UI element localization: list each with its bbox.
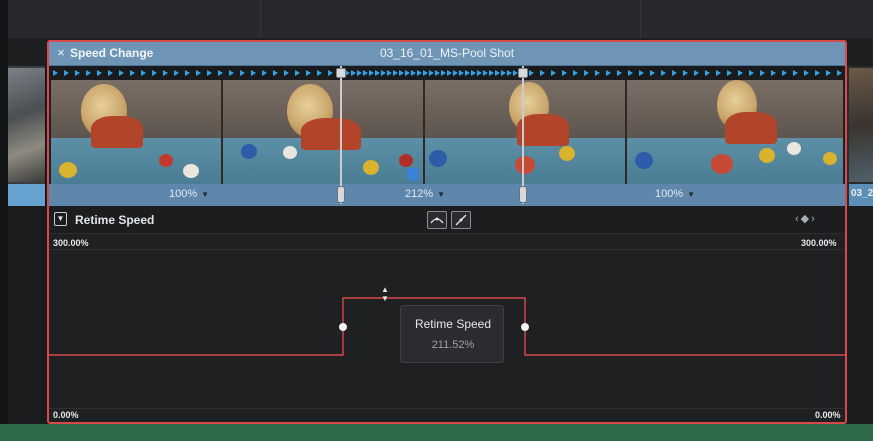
retime-speed-title: Retime Speed <box>75 213 155 227</box>
previous-clip[interactable] <box>8 66 46 206</box>
thumbnail-frame <box>223 80 423 184</box>
clip-name: 03_16_01_MS-Pool Shot <box>379 46 515 60</box>
thumbnail-frame <box>627 80 843 184</box>
retime-curve-toolbar: ▼ Retime Speed ‹◆› <box>49 206 845 234</box>
clip-header[interactable]: × Speed Change 03_16_01_MS-Pool Shot <box>49 42 845 66</box>
next-clip[interactable]: 03_2 <box>847 66 873 206</box>
chevron-down-icon: ▼ <box>201 190 210 199</box>
retime-speed-tooltip: Retime Speed 211.52% <box>400 305 504 363</box>
speed-change-clip[interactable]: × Speed Change 03_16_01_MS-Pool Shot 100… <box>47 40 847 424</box>
chevron-down-icon: ▼ <box>437 190 446 199</box>
previous-clip-thumbnail <box>8 68 45 182</box>
track-divider <box>640 0 641 38</box>
close-speed-change-icon[interactable]: × <box>54 46 68 60</box>
speed-change-title: Speed Change <box>70 46 154 60</box>
speed-point-line <box>340 66 342 204</box>
keyframe-navigation[interactable]: ‹◆› <box>795 212 839 226</box>
speed-keyframe-point[interactable] <box>339 323 347 331</box>
segment-speed-menu[interactable]: 212% ▼ <box>405 188 445 200</box>
thumbnail-frame <box>425 80 625 184</box>
playhead-marker[interactable] <box>407 168 419 181</box>
speed-point-bottom-handle[interactable] <box>337 186 345 203</box>
timeline-top-gutter <box>0 0 873 38</box>
chevron-down-icon: ▼ <box>687 190 696 199</box>
retime-speed-graph[interactable]: 300.00% 300.00% 0.00% 0.00% ▲ ▼ Retime S… <box>49 235 845 422</box>
chevron-down-icon: ▼ <box>381 294 389 303</box>
speed-point-bottom-handle[interactable] <box>519 186 527 203</box>
segment-speed-menu[interactable]: 100% ▼ <box>655 188 695 200</box>
timeline-left-edge <box>0 0 8 441</box>
speed-arrows-icon <box>53 70 842 76</box>
next-clip-thumbnail <box>849 68 873 182</box>
previous-clip-bar <box>8 184 45 206</box>
segment-speed-menu[interactable]: 100% ▼ <box>169 188 209 200</box>
tooltip-value: 211.52% <box>431 339 475 351</box>
speed-point-top-handle[interactable] <box>518 68 528 78</box>
speed-keyframe-point[interactable] <box>521 323 529 331</box>
track-divider <box>260 0 261 38</box>
adjust-speed-handle[interactable]: ▲ ▼ <box>379 285 391 307</box>
retime-curve-dropdown[interactable]: ▼ <box>54 212 67 226</box>
speed-point-line <box>522 66 524 204</box>
clip-thumbnails <box>51 80 843 184</box>
linear-curve-icon <box>455 214 467 226</box>
linear-curve-button[interactable] <box>451 211 471 229</box>
thumbnail-frame <box>51 80 221 184</box>
audio-track-strip[interactable] <box>0 424 873 441</box>
next-clip-name: 03_2 <box>851 188 873 199</box>
tooltip-title: Retime Speed <box>414 317 492 331</box>
chevron-up-icon: ▲ <box>381 285 389 294</box>
ease-curve-icon <box>430 217 444 224</box>
speed-segment-bar: 100% ▼ 212% ▼ 100% ▼ <box>49 184 845 206</box>
speed-point-top-handle[interactable] <box>336 68 346 78</box>
ease-curve-button[interactable] <box>427 211 447 229</box>
speed-arrow-strip <box>49 66 845 80</box>
